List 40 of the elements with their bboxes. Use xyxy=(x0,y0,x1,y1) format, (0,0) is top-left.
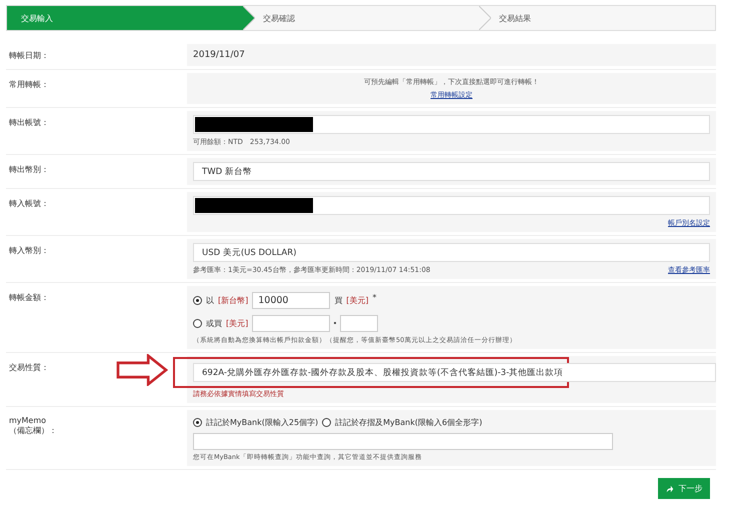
field-label: （備忘欄）： xyxy=(9,425,58,436)
date-value: 2019/11/07 xyxy=(193,49,246,62)
account-select[interactable] xyxy=(193,115,710,134)
field-label: 轉帳金額： xyxy=(8,292,50,304)
currency-tag: [美元] xyxy=(226,318,248,328)
field-label: 轉出幣別： xyxy=(8,164,50,176)
option-label: 以 xyxy=(206,294,214,306)
field-label: 轉帳日期： xyxy=(8,50,50,62)
radio-button[interactable] xyxy=(322,418,332,426)
chevron-icon xyxy=(243,6,255,30)
currency-select[interactable]: TWD 新台幣 xyxy=(193,162,710,181)
chevron-icon xyxy=(479,6,491,30)
field-label: 交易性質： xyxy=(9,362,49,374)
radio-button[interactable] xyxy=(193,418,202,426)
field-label: 常用轉帳： xyxy=(8,79,50,91)
currency-tag: [新台幣] xyxy=(218,294,248,306)
arrow-icon xyxy=(116,354,168,386)
field-label: 轉入帳號： xyxy=(8,198,50,210)
step-tab[interactable]: 交易結果 xyxy=(491,6,715,30)
field-label: 轉入幣別： xyxy=(8,245,50,257)
purpose-select[interactable]: 692A-兌購外匯存外匯存款-國外存款及股本、股權投資款等(不含代客結匯)-3-其他匯出款項 xyxy=(193,363,716,382)
forward-icon xyxy=(666,484,674,492)
currency-tag: [美元] xyxy=(346,294,368,306)
option-label: 註記於MyBank(限輸入25個字) xyxy=(206,416,318,428)
radio-button[interactable] xyxy=(193,318,202,328)
option-label: 或買 xyxy=(206,318,222,328)
field-label: myMemo xyxy=(9,416,48,425)
decimal-input[interactable] xyxy=(340,314,378,332)
option-label: 註記於存摺及MyBank(限輸入6個全形字) xyxy=(335,416,482,428)
next-button[interactable]: 下一步 xyxy=(658,478,710,499)
currency-select[interactable]: USD 美元(US DOLLAR) xyxy=(193,243,710,262)
amount-input[interactable] xyxy=(252,314,330,332)
amount-input[interactable]: 10000 xyxy=(252,292,330,308)
required-mark: * xyxy=(372,293,376,302)
memo-input[interactable] xyxy=(193,433,613,450)
field-label: 轉出帳號： xyxy=(8,117,50,129)
step-tab[interactable]: 交易確認 xyxy=(255,6,479,30)
option-label: 買 xyxy=(334,294,342,306)
radio-button[interactable] xyxy=(193,296,202,304)
account-select[interactable] xyxy=(193,196,710,215)
